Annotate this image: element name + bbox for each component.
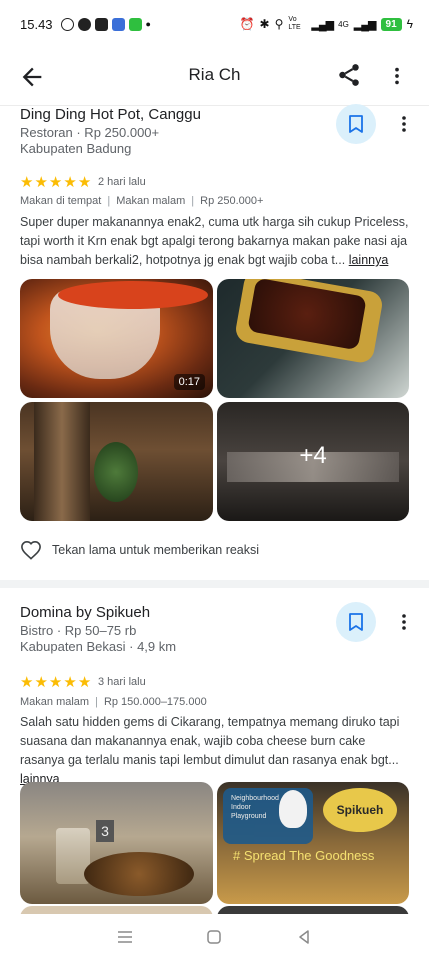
rating-stars: ★ ★ ★ ★ ★ [20,175,91,190]
charging-icon: ϟ [406,17,413,31]
review-tags: Makan malam | Rp 150.000–175.000 [20,696,207,708]
review-date: 2 hari lalu [98,176,146,188]
whatsapp-icon [60,17,74,31]
video-duration: 0:17 [173,374,205,390]
review-more-icon[interactable] [394,610,414,634]
save-button[interactable] [336,104,376,144]
place-name[interactable]: Domina by Spikueh [20,604,150,621]
star-icon: ★ [20,174,34,191]
star-icon: ★ [63,174,77,191]
card-divider [0,580,429,588]
table-number-sign: 3 [96,820,114,842]
spread-goodness-text: # Spread The Goodness [233,848,375,863]
shop-icon [94,17,108,31]
tag: Makan malam [116,195,186,207]
place-location: Kabupaten Bekasi · 4,9 km [20,639,177,654]
plant-shape [94,442,138,502]
tag: Rp 150.000–175.000 [103,696,207,708]
review-photo[interactable] [20,402,213,521]
star-icon: ★ [20,674,34,691]
bookmark-icon [349,613,363,631]
location-icon: ⚲ [274,17,284,31]
system-nav-bar [0,914,429,960]
review-text: Salah satu hidden gems di Cikarang, temp… [20,713,412,789]
wallet-icon [128,17,142,31]
star-icon: ★ [63,674,77,691]
tree-shape [34,402,90,521]
notification-icons: ● [60,17,151,31]
place-name[interactable]: Ding Ding Hot Pot, Canggu [20,106,201,123]
tag: Makan di tempat [20,195,102,207]
share-icon[interactable] [336,62,362,88]
dot-icon: ● [145,19,151,29]
playground-sign-text: Neighbourhood Indoor Playground [231,795,279,820]
home-icon[interactable] [205,928,223,946]
star-icon: ★ [48,174,63,191]
status-bar: 15.43 ● ⏰ ✱ ⚲ Vo LTE ▂▄▆ 4G ▂▄▆ 91 ϟ [0,0,429,48]
reaction-label: Tekan lama untuk memberikan reaksi [52,543,260,557]
alarm-icon: ⏰ [239,17,255,31]
review-video[interactable]: 0:17 [20,279,213,398]
star-icon: ★ [34,174,48,191]
review-photo[interactable]: Neighbourhood Indoor Playground Spikueh … [217,782,409,904]
soup-shape [58,281,208,309]
star-icon: ★ [77,174,92,191]
status-time: 15.43 [20,16,53,32]
place-location: Kabupaten Badung [20,141,132,156]
save-button[interactable] [336,602,376,642]
review-text: Super duper makanannya enak2, cuma utk h… [20,213,412,270]
review-body: Salah satu hidden gems di Cikarang, temp… [20,715,400,767]
recent-apps-icon[interactable] [116,928,134,946]
tag: Makan malam [20,696,90,708]
tag: Rp 250.000+ [200,195,264,207]
rating-stars: ★ ★ ★ ★ ★ [20,675,91,690]
review-card: Domina by Spikueh Bistro · Rp 50–75 rb K… [0,602,429,914]
signal-icon-2: ▂▄▆ [353,18,377,31]
bluetooth-icon: ✱ [259,17,270,31]
app-bar: Ria Ch [0,48,429,106]
volte-label: Vo LTE [288,16,301,31]
review-card: Ding Ding Hot Pot, Canggu Restoran · Rp … [0,104,429,578]
read-more-link[interactable]: lainnya [349,253,389,267]
star-icon: ★ [48,674,63,691]
back-nav-icon[interactable] [295,928,313,946]
place-category: Bistro · Rp 50–75 rb [20,623,137,638]
app-icon [111,17,125,31]
review-photo-more[interactable]: +4 [217,402,409,521]
plate-shape [84,852,194,896]
review-tags: Makan di tempat | Makan malam | Rp 250.000+ [20,195,264,207]
review-photo[interactable] [217,279,409,398]
network-type: 4G [338,19,349,29]
more-vert-icon[interactable] [386,64,408,88]
cockatoo-logo [279,790,307,828]
star-icon: ★ [34,674,48,691]
review-date: 3 hari lalu [98,676,146,688]
place-category: Restoran · Rp 250.000+ [20,125,160,140]
star-icon: ★ [77,674,92,691]
bookmark-icon [349,115,363,133]
heart-icon [21,540,41,560]
more-photos-count: +4 [299,442,327,469]
spikueh-sign: Spikueh [323,788,397,832]
signal-icon: ▂▄▆ [311,18,334,31]
review-photo[interactable]: 3 [20,782,213,904]
chat-icon [77,17,91,31]
reaction-button[interactable]: Tekan lama untuk memberikan reaksi [20,540,259,560]
page-title: Ria Ch [188,65,241,84]
system-icons: ⏰ ✱ ⚲ Vo LTE ▂▄▆ 4G ▂▄▆ 91 ϟ [240,16,413,32]
review-more-icon[interactable] [394,112,414,136]
battery-indicator: 91 [380,17,402,31]
